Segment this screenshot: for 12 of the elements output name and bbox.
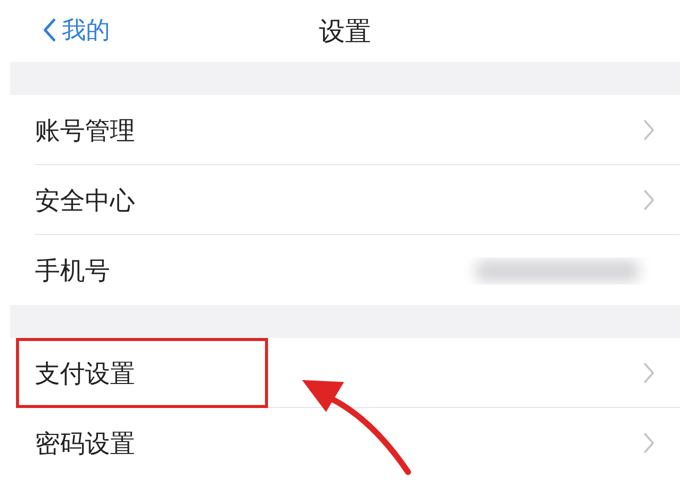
back-icon [42, 18, 56, 42]
chevron-icon [643, 432, 655, 454]
chevron-icon [643, 119, 655, 141]
row-label: 账号管理 [35, 114, 135, 146]
row-label: 安全中心 [35, 184, 135, 216]
chevron-icon [643, 189, 655, 211]
row-label: 支付设置 [35, 358, 135, 390]
row-label: 密码设置 [35, 428, 135, 460]
back-link[interactable]: 我的 [42, 14, 110, 46]
chevron-icon [643, 362, 655, 384]
row-label: 手机号 [35, 254, 110, 286]
page-title: 设置 [319, 16, 371, 48]
